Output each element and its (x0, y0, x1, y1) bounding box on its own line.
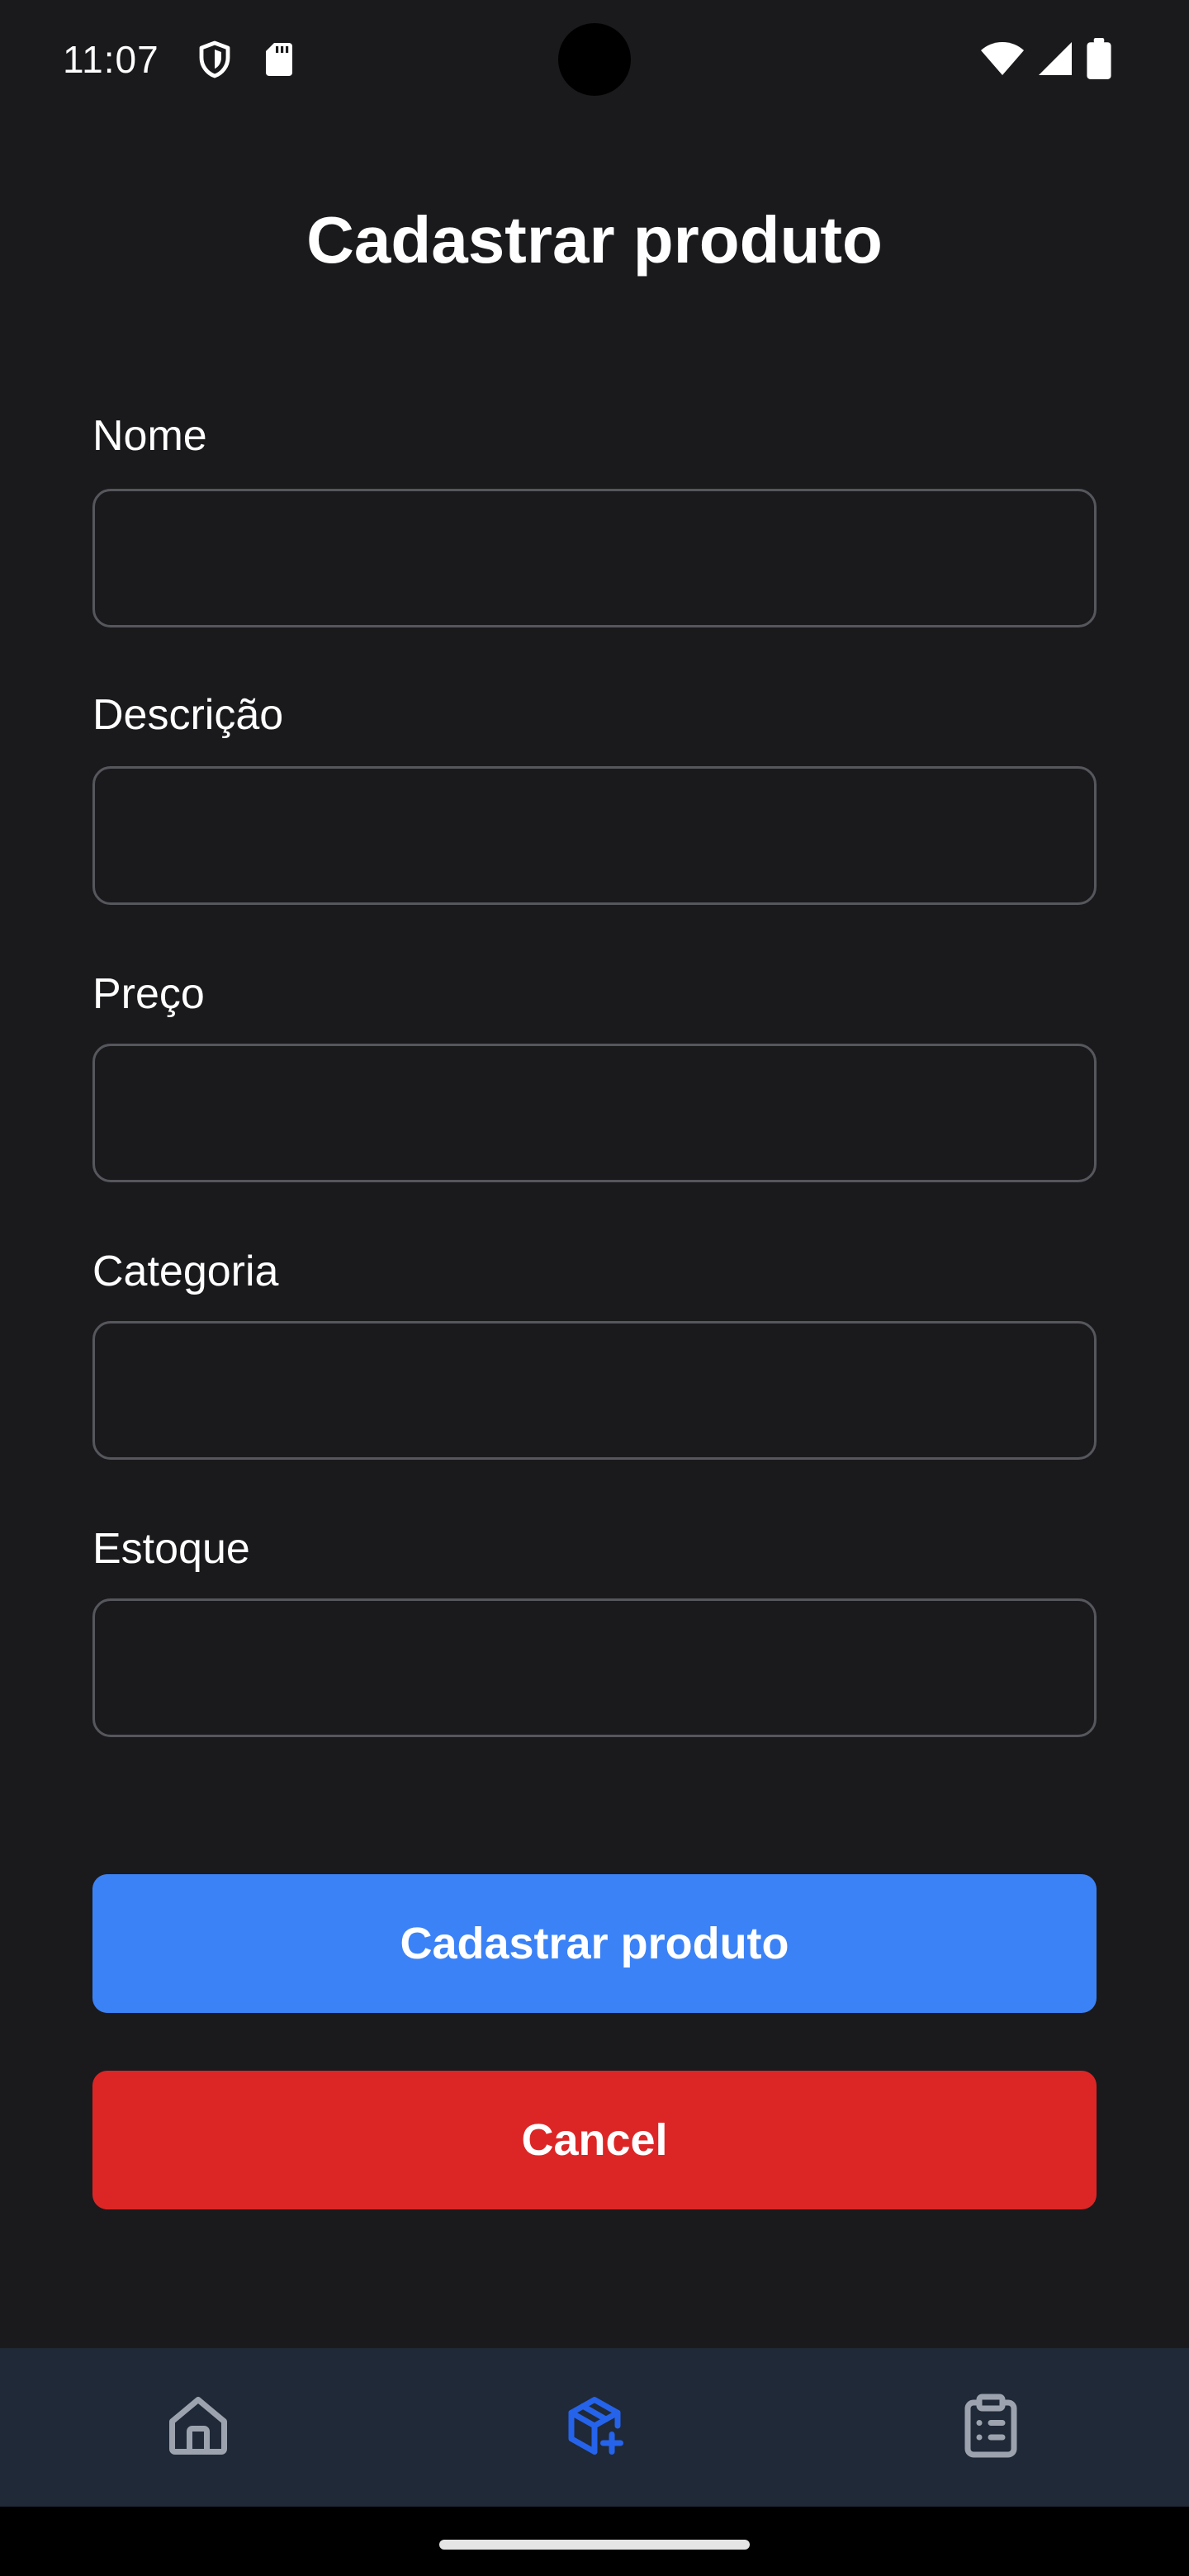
sd-card-icon (259, 40, 299, 79)
camera-cutout (558, 23, 631, 96)
battery-icon (1087, 38, 1111, 79)
preco-label: Preço (92, 970, 205, 1018)
categoria-label: Categoria (92, 1248, 279, 1295)
cancel-button[interactable]: Cancel (92, 2071, 1097, 2209)
home-gesture-handle[interactable] (439, 2540, 750, 2550)
categoria-input[interactable] (92, 1321, 1097, 1460)
status-time: 11:07 (63, 38, 159, 81)
bottom-nav (0, 2348, 1189, 2507)
estoque-input[interactable] (92, 1598, 1097, 1737)
cadastrar-produto-button[interactable]: Cadastrar produto (92, 1874, 1097, 2013)
nome-label: Nome (92, 412, 207, 460)
page-title: Cadastrar produto (306, 203, 883, 277)
estoque-label: Estoque (92, 1525, 250, 1573)
descricao-label: Descrição (92, 691, 284, 739)
nav-item-add-product[interactable] (396, 2348, 793, 2507)
descricao-input[interactable] (92, 766, 1097, 905)
nav-item-home[interactable] (0, 2348, 396, 2507)
nome-input[interactable] (92, 489, 1097, 627)
wifi-icon (979, 38, 1026, 79)
gesture-bar (0, 2507, 1189, 2576)
shield-icon (195, 40, 234, 79)
preco-input[interactable] (92, 1044, 1097, 1182)
nav-item-orders[interactable] (793, 2348, 1189, 2507)
status-bar: 11:07 (0, 0, 1189, 119)
home-icon (163, 2391, 233, 2465)
package-plus-icon (560, 2391, 629, 2465)
cellular-signal-icon (1035, 38, 1075, 79)
clipboard-list-icon (956, 2391, 1026, 2465)
